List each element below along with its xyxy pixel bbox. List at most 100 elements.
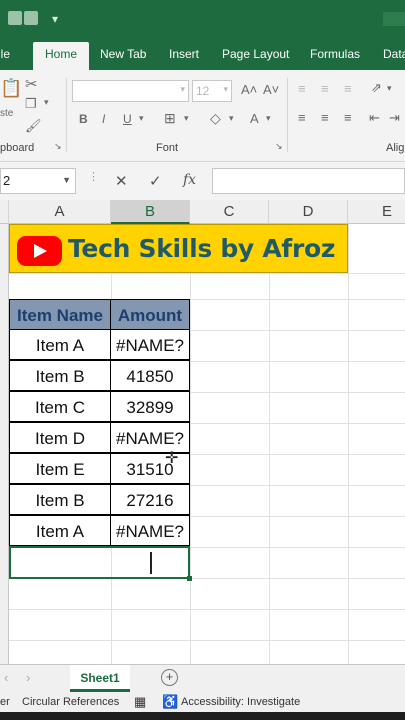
cell-amount[interactable]: #NAME? — [110, 329, 190, 360]
gridline — [190, 224, 191, 664]
cut-icon[interactable]: ✂ — [25, 75, 38, 93]
youtube-logo-icon — [17, 236, 62, 266]
gridline — [9, 640, 405, 641]
status-circular-references[interactable]: Circular References — [22, 696, 119, 708]
worksheet-grid[interactable]: A B C D E Tech Skills by Afroz Item Name… — [0, 200, 405, 664]
underline-dropdown-icon[interactable]: ▾ — [139, 113, 144, 124]
clipboard-launcher-icon[interactable]: ↘ — [54, 141, 62, 152]
font-color-icon[interactable]: A — [250, 111, 259, 126]
orientation-icon[interactable]: ⇗ — [371, 80, 382, 96]
column-headers: A B C D E — [0, 200, 405, 224]
formula-input[interactable] — [212, 168, 405, 194]
name-box-value: 2 — [3, 173, 11, 188]
column-header-d[interactable]: D — [269, 200, 348, 224]
active-cell-selection[interactable] — [9, 546, 192, 581]
tab-data[interactable]: Data — [383, 47, 405, 61]
fill-color-icon[interactable]: ◇ — [210, 110, 221, 127]
borders-dropdown-icon[interactable]: ▾ — [184, 113, 189, 124]
align-center-icon[interactable]: ≡ — [321, 110, 329, 125]
column-header-e[interactable]: E — [348, 200, 405, 224]
gridline — [348, 224, 349, 664]
copy-icon[interactable]: ❐ — [25, 96, 37, 112]
title-bar: ▾ — [0, 0, 405, 38]
tab-page-layout[interactable]: Page Layout — [222, 47, 289, 61]
paste-label[interactable]: ste — [0, 108, 13, 119]
chevron-down-icon: ▾ — [180, 84, 185, 94]
row-headers[interactable] — [0, 224, 9, 664]
align-top-icon[interactable]: ≡ — [298, 81, 306, 96]
increase-indent-icon[interactable]: ⇥ — [389, 110, 400, 126]
status-accessibility[interactable]: Accessibility: Investigate — [181, 696, 300, 708]
tab-file[interactable]: ile — [0, 47, 10, 61]
orientation-dropdown-icon[interactable]: ▾ — [387, 83, 392, 94]
underline-icon[interactable]: U — [123, 112, 132, 126]
prev-sheet-icon[interactable]: ‹ — [4, 670, 8, 685]
window-controls — [383, 12, 405, 26]
align-middle-icon[interactable]: ≡ — [321, 81, 329, 96]
font-size-value: 12 — [196, 84, 210, 98]
chevron-down-icon[interactable]: ▼ — [62, 175, 71, 185]
font-size-select[interactable]: 12 ▾ — [192, 80, 232, 102]
italic-icon[interactable]: I — [102, 112, 105, 126]
macro-recorder-icon[interactable]: ▦ — [134, 694, 146, 710]
customize-toolbar-icon[interactable]: ▾ — [52, 12, 58, 26]
font-name-select[interactable]: ▾ — [72, 80, 189, 102]
tab-home[interactable]: Home — [33, 42, 90, 70]
increase-font-icon[interactable]: A˄ — [241, 82, 257, 97]
sheet-tab-sheet1[interactable]: Sheet1 — [70, 665, 130, 692]
column-header-c[interactable]: C — [190, 200, 269, 224]
accessibility-icon[interactable]: ♿ — [162, 694, 178, 710]
font-color-dropdown-icon[interactable]: ▾ — [266, 113, 271, 124]
status-bar: er Circular References ▦ ♿ Accessibility… — [0, 692, 405, 712]
window-edge — [0, 712, 405, 720]
cell-item-name[interactable]: Item C — [9, 391, 111, 422]
cell-amount[interactable]: 41850 — [110, 360, 190, 391]
column-header-a[interactable]: A — [9, 200, 111, 224]
fill-color-dropdown-icon[interactable]: ▾ — [229, 113, 234, 124]
next-sheet-icon[interactable]: › — [26, 670, 30, 685]
banner-title: Tech Skills by Afroz — [68, 234, 336, 263]
header-item-name[interactable]: Item Name — [9, 299, 111, 330]
camera-icon[interactable] — [24, 11, 38, 25]
align-bottom-icon[interactable]: ≡ — [344, 81, 352, 96]
header-amount[interactable]: Amount — [110, 299, 190, 330]
cell-amount[interactable]: 27216 — [110, 484, 190, 515]
gridline — [9, 609, 405, 610]
insert-function-icon[interactable]: fx — [183, 172, 196, 188]
cell-item-name[interactable]: Item B — [9, 484, 111, 515]
add-sheet-icon[interactable]: + — [161, 669, 178, 686]
save-icon[interactable] — [8, 11, 22, 25]
name-box[interactable]: 2 ▼ — [0, 168, 76, 194]
decrease-indent-icon[interactable]: ⇤ — [369, 110, 380, 126]
enter-icon[interactable]: ✓ — [149, 172, 162, 190]
copy-dropdown-icon[interactable]: ▾ — [44, 97, 49, 108]
cell-item-name[interactable]: Item A — [9, 515, 111, 546]
align-right-icon[interactable]: ≡ — [344, 110, 352, 125]
bold-icon[interactable]: B — [79, 112, 88, 126]
font-launcher-icon[interactable]: ↘ — [275, 141, 283, 152]
cell-amount[interactable]: #NAME? — [110, 515, 190, 546]
cell-item-name[interactable]: Item A — [9, 329, 111, 360]
align-left-icon[interactable]: ≡ — [298, 110, 306, 125]
borders-icon[interactable]: ⊞ — [164, 110, 176, 127]
cell-item-name[interactable]: Item D — [9, 422, 111, 453]
select-all-corner[interactable] — [0, 200, 9, 224]
ribbon-divider — [287, 78, 288, 152]
drag-handle-icon[interactable]: ⋮ — [88, 170, 99, 183]
tab-new-tab[interactable]: New Tab — [100, 47, 146, 61]
channel-banner: Tech Skills by Afroz — [9, 224, 348, 273]
clipboard-group-label: pboard — [0, 142, 35, 154]
cell-item-name[interactable]: Item B — [9, 360, 111, 391]
column-header-b[interactable]: B — [111, 200, 190, 224]
sheet-tab-bar: ‹ › Sheet1 + — [0, 664, 405, 692]
status-ready: er — [0, 696, 10, 708]
tab-insert[interactable]: Insert — [169, 47, 199, 61]
cell-amount[interactable]: 32899 — [110, 391, 190, 422]
ribbon-tabs: ile Home New Tab Insert Page Layout Form… — [0, 38, 405, 70]
cell-item-name[interactable]: Item E — [9, 453, 111, 484]
decrease-font-icon[interactable]: A˅ — [263, 82, 279, 97]
format-painter-icon[interactable]: 🖌 — [25, 118, 42, 134]
paste-icon[interactable]: 📋 — [0, 78, 22, 99]
cancel-icon[interactable]: ✕ — [115, 172, 128, 190]
tab-formulas[interactable]: Formulas — [310, 47, 360, 61]
